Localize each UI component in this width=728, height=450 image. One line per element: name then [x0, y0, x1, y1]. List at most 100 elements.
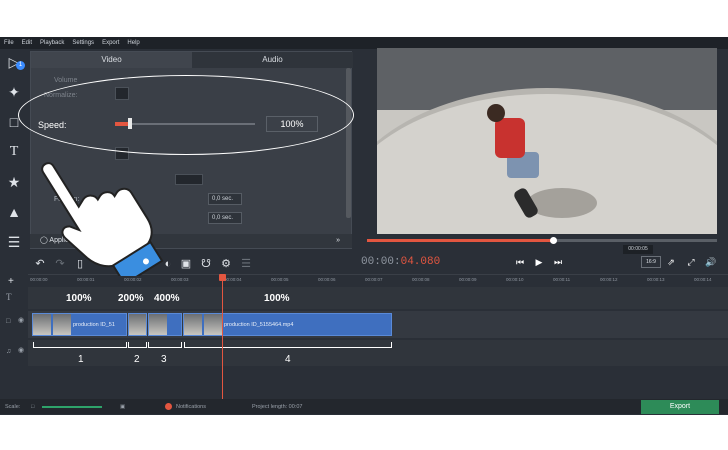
- clip-speed-label: 200%: [118, 293, 144, 304]
- notification-icon[interactable]: [165, 403, 172, 410]
- scale-label: Scale:: [5, 404, 21, 410]
- clip-thumbnail: [53, 314, 71, 335]
- tab-audio[interactable]: Audio: [192, 52, 353, 68]
- clip-thumbnail: [184, 314, 202, 335]
- timecode-red: 04.080: [400, 256, 441, 268]
- progress-tooltip: 00:00:05: [623, 245, 653, 254]
- ruler-tick: 00:00:03: [171, 277, 189, 282]
- aspect-ratio-button[interactable]: 16:9: [641, 256, 661, 268]
- ruler-tick: 00:00:13: [647, 277, 665, 282]
- ruler-tick: 00:00:01: [77, 277, 95, 282]
- clip-number: 1: [78, 354, 84, 365]
- playback-progress-fill: [367, 239, 553, 242]
- clip-speed-label: 400%: [154, 293, 180, 304]
- timeline-clip[interactable]: [128, 313, 147, 336]
- music-track-icon: ♫: [6, 348, 12, 355]
- fullscreen-icon[interactable]: ⤢: [683, 254, 699, 270]
- export-button[interactable]: Export: [641, 400, 719, 414]
- magic-wand-icon[interactable]: ✦: [4, 83, 24, 101]
- clip-bracket: [128, 342, 147, 348]
- ruler-tick: 00:00:05: [271, 277, 289, 282]
- transition-icon[interactable]: ▲: [4, 203, 24, 221]
- double-chevron-right-icon[interactable]: »: [336, 234, 340, 248]
- text-track-icon: T: [6, 292, 12, 302]
- timeline-clip[interactable]: [148, 313, 182, 336]
- ruler-tick: 00:00:06: [318, 277, 336, 282]
- panel-tabs: Video Audio: [31, 52, 353, 68]
- preview-shadow: [527, 188, 597, 218]
- ruler-tick: 00:00:08: [412, 277, 430, 282]
- volume-icon[interactable]: 🔊: [703, 254, 719, 270]
- pointing-hand-icon: [41, 162, 164, 276]
- panel-scrollbar[interactable]: [346, 68, 351, 218]
- playback-progress-thumb[interactable]: [549, 237, 557, 244]
- project-length: Project length: 00:07: [252, 404, 303, 410]
- clip-bracket: [184, 342, 392, 348]
- timeline-playhead[interactable]: [222, 274, 223, 404]
- add-track-icon[interactable]: +: [8, 276, 14, 287]
- clip-thumbnail: [149, 314, 167, 335]
- clip-label: production ID_51: [73, 322, 115, 328]
- menu-playback[interactable]: Playback: [40, 40, 64, 46]
- menu-icon[interactable]: ☰: [4, 233, 24, 251]
- clip-bracket: [148, 342, 182, 348]
- sidebar: ▷ 1 ✦ □ T ★ ▲ ☰: [0, 49, 28, 261]
- detach-icon[interactable]: ⇗: [663, 254, 679, 270]
- notifications-link[interactable]: Notifications: [176, 404, 206, 410]
- menu-file[interactable]: File: [4, 40, 14, 46]
- menu-export[interactable]: Export: [102, 40, 119, 46]
- clip-thumbnail: [33, 314, 51, 335]
- ruler-tick: 00:00:04: [224, 277, 242, 282]
- timeline-clip[interactable]: production ID_5155464.mp4: [183, 313, 392, 336]
- ruler-tick: 00:00:07: [365, 277, 383, 282]
- title-icon[interactable]: T: [4, 143, 24, 161]
- preview-skater-head: [487, 104, 505, 122]
- timeline-clip[interactable]: production ID_51: [32, 313, 127, 336]
- audio-toggle-icon[interactable]: ◉: [18, 346, 24, 354]
- clip-thumbnail: [129, 314, 146, 335]
- eye-icon[interactable]: ◉: [18, 316, 24, 324]
- notification-badge: 1: [16, 61, 25, 70]
- clip-speed-label: 100%: [264, 293, 290, 304]
- volume-label: Volume: [54, 77, 78, 84]
- timecode: 00:00:04.080: [361, 256, 440, 268]
- fade-out-field[interactable]: 0,0 sec.: [208, 212, 242, 224]
- equalizer-icon[interactable]: ☰: [238, 253, 254, 275]
- menu-settings[interactable]: Settings: [72, 40, 94, 46]
- menu-edit[interactable]: Edit: [22, 40, 32, 46]
- clip-bracket: [33, 342, 127, 348]
- clip-number: 2: [134, 354, 140, 365]
- skip-back-icon[interactable]: ⏮: [512, 254, 528, 270]
- clip-thumbnail: [204, 314, 222, 335]
- zoom-in-icon[interactable]: ▣: [120, 404, 125, 410]
- playhead-handle[interactable]: [219, 274, 226, 281]
- skip-forward-icon[interactable]: ⏭: [550, 254, 566, 270]
- ruler-tick: 00:00:12: [600, 277, 618, 282]
- status-bar: [0, 399, 728, 414]
- fade-in-field[interactable]: 0,0 sec.: [208, 193, 242, 205]
- clip-label: production ID_5155464.mp4: [224, 322, 294, 328]
- video-preview[interactable]: [377, 48, 717, 234]
- scale-slider[interactable]: [42, 406, 102, 408]
- ruler-tick: 00:00:00: [30, 277, 48, 282]
- sticker-icon[interactable]: ★: [4, 173, 24, 191]
- speed-value-field[interactable]: 100%: [266, 116, 318, 132]
- clip-speed-label: 100%: [66, 293, 92, 304]
- speed-slider-track[interactable]: [115, 123, 255, 125]
- ruler-tick: 00:00:02: [124, 277, 142, 282]
- play-icon[interactable]: ▶: [531, 254, 547, 270]
- menu-help[interactable]: Help: [127, 40, 139, 46]
- timecode-gray: 00:00:: [361, 256, 401, 268]
- video-track-icon: □: [6, 318, 11, 325]
- ruler-tick: 00:00:09: [459, 277, 477, 282]
- ruler-tick: 00:00:14: [694, 277, 712, 282]
- zoom-out-icon[interactable]: □: [31, 404, 34, 410]
- ruler-tick: 00:00:11: [553, 277, 571, 282]
- clip-number: 3: [161, 354, 167, 365]
- gear-icon[interactable]: ⚙: [218, 253, 234, 275]
- tab-video[interactable]: Video: [31, 52, 192, 68]
- microphone-icon[interactable]: ☋: [198, 253, 214, 275]
- preview-skater-shirt: [495, 118, 525, 158]
- ruler-tick: 00:00:10: [506, 277, 524, 282]
- clip-number: 4: [285, 354, 291, 365]
